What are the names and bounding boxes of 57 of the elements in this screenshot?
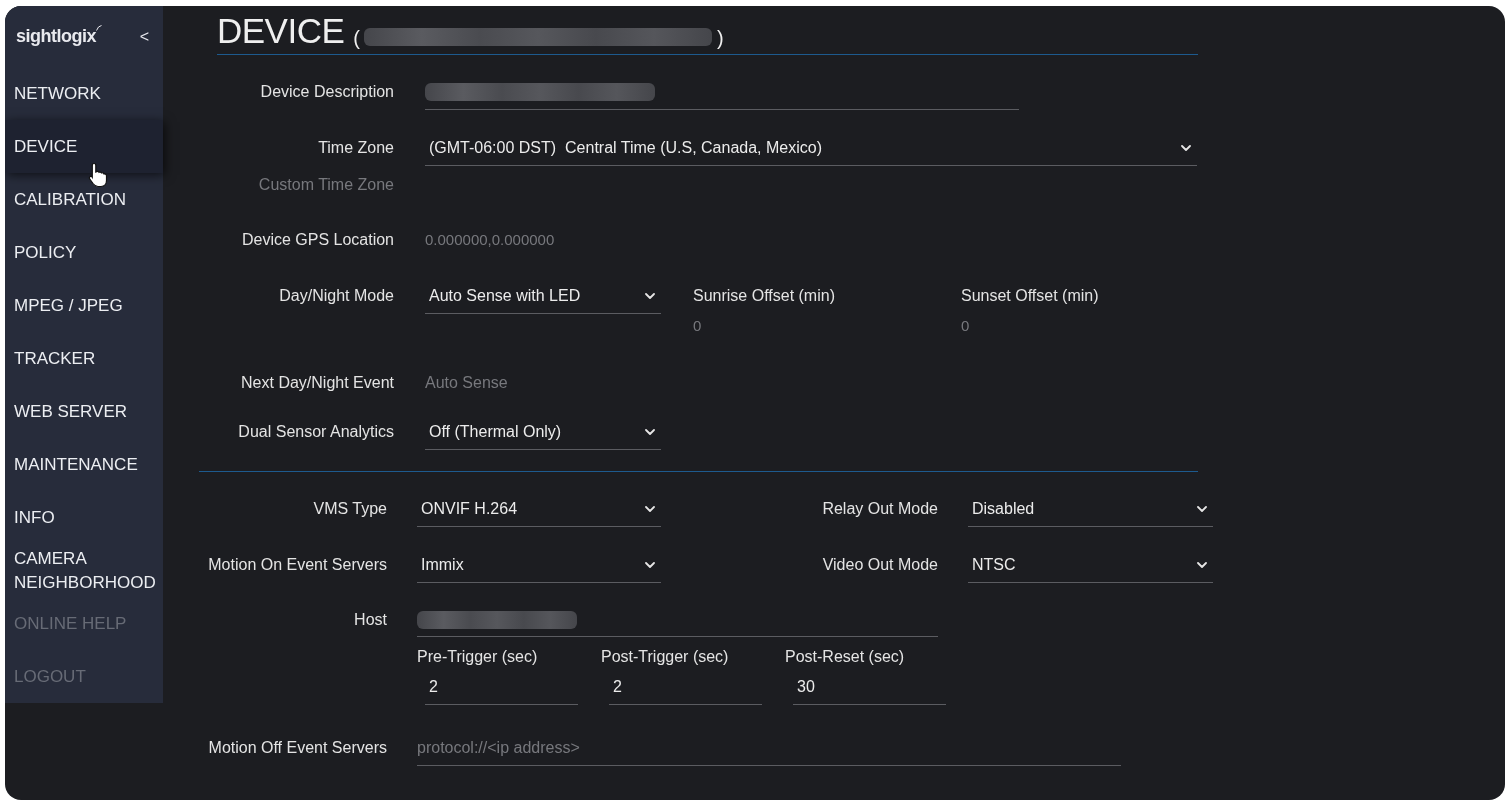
- field-label: Time Zone: [318, 139, 394, 156]
- sidebar-item[interactable]: INFO: [5, 491, 163, 544]
- chevron-down-icon: [1197, 505, 1207, 512]
- page-title: DEVICE: [217, 11, 345, 51]
- sidebar-item[interactable]: NETWORK: [5, 67, 163, 120]
- chevron-down-icon: [645, 561, 655, 568]
- motion-off-input[interactable]: protocol://<ip address>: [417, 730, 1121, 766]
- video-out-select[interactable]: NTSC: [968, 547, 1213, 583]
- field-label: Motion Off Event Servers: [208, 739, 387, 756]
- trigger-label: Post-Trigger (sec): [601, 647, 729, 667]
- field-label: Device Description: [260, 83, 394, 100]
- offset-label: Sunset Offset (min): [961, 286, 1099, 306]
- field-label: Host: [354, 611, 387, 628]
- gps-value: 0.000000,0.000000: [425, 229, 555, 250]
- title-paren: ): [717, 26, 724, 50]
- sidebar-item[interactable]: CALIBRATION: [5, 173, 163, 226]
- chevron-down-icon: [1197, 561, 1207, 568]
- field-label: Motion On Event Servers: [208, 556, 387, 573]
- chevron-down-icon: [645, 292, 655, 299]
- field-label: VMS Type: [313, 500, 387, 517]
- next-event-value: Auto Sense: [425, 373, 508, 393]
- chevron-down-icon: [645, 505, 655, 512]
- sidebar-item[interactable]: CAMERA NEIGHBORHOOD: [5, 544, 163, 597]
- field-label: Day/Night Mode: [279, 287, 394, 304]
- offset-value: 0: [693, 315, 702, 336]
- logo-text: sightlogix: [16, 25, 96, 48]
- day-night-select[interactable]: Auto Sense with LED: [425, 278, 661, 314]
- chevron-down-icon: [1181, 144, 1191, 151]
- trigger-input[interactable]: 2: [609, 669, 762, 705]
- motion-on-select[interactable]: Immix: [417, 547, 661, 583]
- offset-value: 0: [961, 315, 970, 336]
- sidebar-item[interactable]: WEB SERVER: [5, 385, 163, 438]
- field-label: Dual Sensor Analytics: [238, 423, 394, 440]
- time-zone-select[interactable]: (GMT-06:00 DST) Central Time (U.S, Canada, Mexico): [425, 130, 1197, 166]
- sidebar-item[interactable]: DEVICE: [5, 120, 163, 173]
- sidebar-item[interactable]: MPEG / JPEG: [5, 279, 163, 332]
- trigger-label: Pre-Trigger (sec): [417, 647, 538, 667]
- sidebar-item[interactable]: POLICY: [5, 226, 163, 279]
- field-label: Video Out Mode: [822, 556, 938, 573]
- vms-type-select[interactable]: ONVIF H.264: [417, 491, 661, 527]
- offset-label: Sunrise Offset (min): [693, 286, 835, 306]
- logo-swoosh-icon: [96, 25, 102, 31]
- field-label: Custom Time Zone: [258, 176, 394, 193]
- trigger-input[interactable]: 2: [425, 669, 578, 705]
- field-label: Next Day/Night Event: [241, 374, 394, 391]
- hand-cursor-icon: [88, 162, 108, 188]
- field-label: Relay Out Mode: [822, 500, 938, 517]
- chevron-down-icon: [645, 428, 655, 435]
- title-paren: (: [353, 26, 360, 50]
- field-label: Device GPS Location: [241, 231, 394, 248]
- sidebar-item[interactable]: MAINTENANCE: [5, 438, 163, 491]
- relay-out-select[interactable]: Disabled: [968, 491, 1213, 527]
- collapse-button[interactable]: <: [139, 24, 149, 49]
- trigger-label: Post-Reset (sec): [785, 647, 905, 667]
- sidebar-item[interactable]: TRACKER: [5, 332, 163, 385]
- trigger-input[interactable]: 30: [793, 669, 946, 705]
- dual-sensor-select[interactable]: Off (Thermal Only): [425, 414, 661, 450]
